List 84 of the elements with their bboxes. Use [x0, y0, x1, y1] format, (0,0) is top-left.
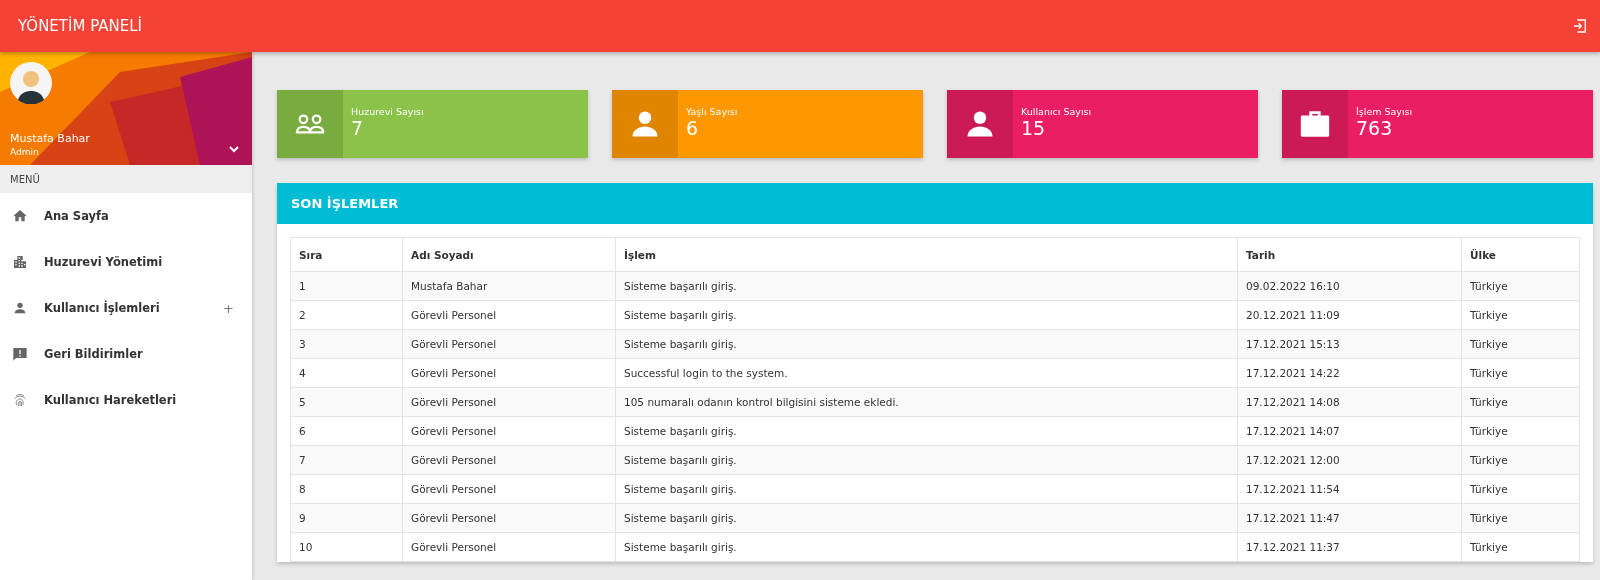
action-cell: 105 numaralı odanın kontrol bilgisini sisteme ekledi. — [615, 387, 1238, 417]
action-cell: Sisteme başarılı giriş. — [615, 271, 1238, 301]
name-cell: Mustafa Bahar — [402, 271, 616, 301]
date-cell: 17.12.2021 15:13 — [1237, 329, 1462, 359]
app-title: YÖNETİM PANELİ — [18, 17, 142, 35]
date-cell: 17.12.2021 12:00 — [1237, 445, 1462, 475]
date-cell: 17.12.2021 14:08 — [1237, 387, 1462, 417]
date-cell: 17.12.2021 14:07 — [1237, 416, 1462, 446]
user-role: Admin — [10, 147, 39, 157]
row-number-cell: 1 — [290, 271, 403, 301]
stat-value: 763 — [1356, 117, 1394, 139]
name-cell: Görevli Personel — [402, 416, 616, 446]
person-icon — [965, 109, 995, 139]
building-icon — [12, 254, 28, 270]
name-cell: Görevli Personel — [402, 358, 616, 388]
menu-item[interactable]: Huzurevi Yönetimi — [0, 239, 252, 285]
person-icon — [12, 300, 28, 316]
menu-heading: MENÜ — [0, 165, 252, 193]
country-cell: Türkiye — [1461, 300, 1580, 330]
home-icon — [12, 208, 28, 224]
row-number-cell: 8 — [290, 474, 403, 504]
date-cell: 20.12.2021 11:09 — [1237, 300, 1462, 330]
row-number-cell: 2 — [290, 300, 403, 330]
country-cell: Türkiye — [1461, 271, 1580, 301]
name-cell: Görevli Personel — [402, 300, 616, 330]
date-cell: 09.02.2022 16:10 — [1237, 271, 1462, 301]
menu-item[interactable]: Kullanıcı Hareketleri — [0, 377, 252, 423]
name-cell: Görevli Personel — [402, 387, 616, 417]
date-cell: 17.12.2021 11:37 — [1237, 532, 1462, 562]
panel-title: SON İŞLEMLER — [291, 196, 399, 211]
country-cell: Türkiye — [1461, 416, 1580, 446]
stat-value: 6 — [686, 117, 700, 139]
person-icon — [630, 109, 660, 139]
stat-value: 15 — [1021, 117, 1047, 139]
name-cell: Görevli Personel — [402, 474, 616, 504]
action-cell: Successful login to the system. — [615, 358, 1238, 388]
stat-label: Huzurevi Sayısı — [351, 106, 424, 117]
action-cell: Sisteme başarılı giriş. — [615, 416, 1238, 446]
row-number-cell: 6 — [290, 416, 403, 446]
stat-value: 7 — [351, 117, 365, 139]
country-cell: Türkiye — [1461, 387, 1580, 417]
logout-icon[interactable] — [1572, 18, 1588, 34]
row-number-cell: 5 — [290, 387, 403, 417]
country-cell: Türkiye — [1461, 358, 1580, 388]
row-number-cell: 9 — [290, 503, 403, 533]
stat-label: Yaşlı Sayısı — [686, 106, 738, 117]
column-header: Sıra — [290, 237, 403, 272]
user-name: Mustafa Bahar — [10, 132, 90, 145]
column-header: Adı Soyadı — [402, 237, 616, 272]
action-cell: Sisteme başarılı giriş. — [615, 474, 1238, 504]
column-header: Tarih — [1237, 237, 1462, 272]
stat-label: Kullanıcı Sayısı — [1021, 106, 1092, 117]
country-cell: Türkiye — [1461, 532, 1580, 562]
menu-item[interactable]: Kullanıcı İşlemleri + — [0, 285, 252, 331]
action-cell: Sisteme başarılı giriş. — [615, 329, 1238, 359]
row-number-cell: 3 — [290, 329, 403, 359]
date-cell: 17.12.2021 14:22 — [1237, 358, 1462, 388]
name-cell: Görevli Personel — [402, 532, 616, 562]
menu-item[interactable]: Ana Sayfa — [0, 193, 252, 239]
avatar — [10, 62, 52, 104]
menu-item[interactable]: Geri Bildirimler — [0, 331, 252, 377]
action-cell: Sisteme başarılı giriş. — [615, 445, 1238, 475]
row-number-cell: 7 — [290, 445, 403, 475]
stat-label: İşlem Sayısı — [1356, 106, 1413, 117]
country-cell: Türkiye — [1461, 329, 1580, 359]
date-cell: 17.12.2021 11:54 — [1237, 474, 1462, 504]
country-cell: Türkiye — [1461, 503, 1580, 533]
date-cell: 17.12.2021 11:47 — [1237, 503, 1462, 533]
feedback-icon — [12, 346, 28, 362]
chevron-down-icon[interactable] — [228, 143, 240, 155]
expand-icon[interactable]: + — [223, 300, 234, 316]
action-cell: Sisteme başarılı giriş. — [615, 503, 1238, 533]
action-cell: Sisteme başarılı giriş. — [615, 300, 1238, 330]
name-cell: Görevli Personel — [402, 329, 616, 359]
fingerprint-icon — [12, 392, 28, 408]
row-number-cell: 4 — [290, 358, 403, 388]
row-number-cell: 10 — [290, 532, 403, 562]
country-cell: Türkiye — [1461, 445, 1580, 475]
name-cell: Görevli Personel — [402, 503, 616, 533]
action-cell: Sisteme başarılı giriş. — [615, 532, 1238, 562]
column-header: Ülke — [1461, 237, 1580, 272]
name-cell: Görevli Personel — [402, 445, 616, 475]
country-cell: Türkiye — [1461, 474, 1580, 504]
column-header: İşlem — [615, 237, 1238, 272]
